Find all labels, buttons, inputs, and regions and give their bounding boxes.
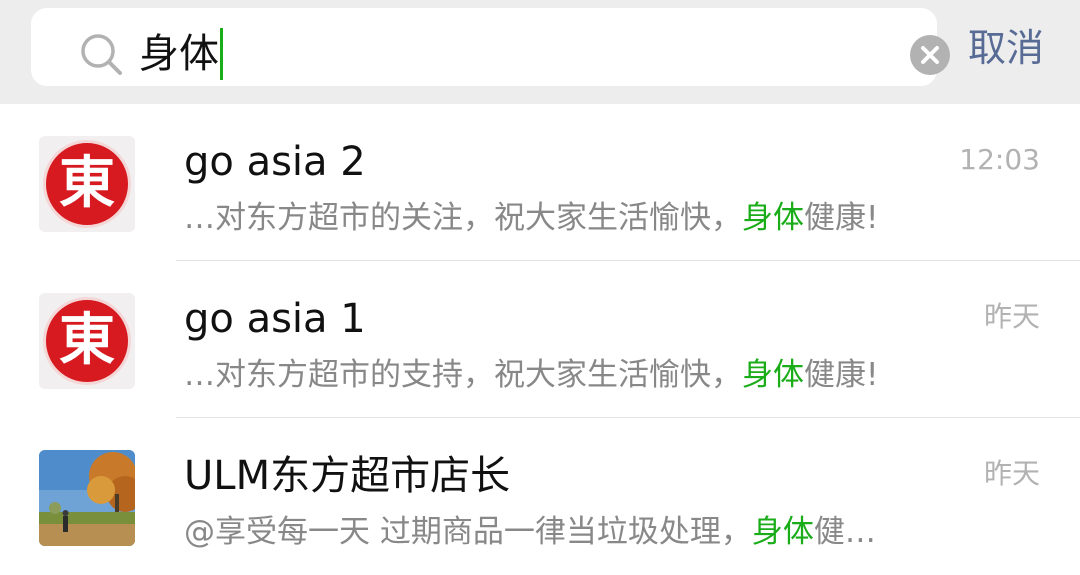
avatar: [39, 450, 135, 546]
list-item[interactable]: ULM东方超市店长 昨天 @享受每一天 过期商品一律当垃圾处理，身体健…: [0, 418, 1080, 575]
clear-search-button[interactable]: [910, 35, 950, 75]
list-item[interactable]: 東 go asia 1 昨天 …对东方超市的支持，祝大家生活愉快，身体健康!: [0, 261, 1080, 418]
snippet-text: 健康!: [804, 357, 879, 393]
timestamp: 昨天: [983, 300, 1040, 333]
cancel-button[interactable]: 取消: [968, 22, 1044, 74]
snippet-text: …对东方超市的支持，祝大家生活愉快，: [184, 357, 742, 393]
snippet-text: 健康!: [804, 200, 879, 236]
dong-logo-icon: 東: [43, 297, 131, 385]
chat-name: go asia 1: [184, 296, 366, 342]
avatar: 東: [39, 136, 135, 232]
search-query: 身体: [139, 31, 219, 77]
snippet-highlight: 身体: [742, 200, 804, 236]
snippet-text: 健…: [813, 514, 876, 550]
chat-name: ULM东方超市店长: [184, 453, 511, 499]
timestamp: 12:03: [959, 143, 1040, 176]
chat-name: go asia 2: [184, 139, 366, 185]
avatar: 東: [39, 293, 135, 389]
snippet-highlight: 身体: [742, 357, 804, 393]
snippet-highlight: 身体: [751, 514, 814, 550]
message-snippet: …对东方超市的支持，祝大家生活愉快，身体健康!: [184, 353, 878, 397]
search-header: 身体 取消: [0, 0, 1080, 104]
message-snippet: …对东方超市的关注，祝大家生活愉快，身体健康!: [184, 196, 878, 240]
snippet-text: @享受每一天 过期商品一律当垃圾处理，: [184, 514, 752, 550]
timestamp: 昨天: [983, 457, 1040, 490]
message-snippet: @享受每一天 过期商品一律当垃圾处理，身体健…: [184, 510, 876, 554]
dong-logo-icon: 東: [43, 140, 131, 228]
list-item[interactable]: 東 go asia 2 12:03 …对东方超市的关注，祝大家生活愉快，身体健康…: [0, 104, 1080, 261]
autumn-photo-icon: [39, 450, 135, 546]
search-input[interactable]: 身体: [139, 28, 223, 80]
search-icon: [81, 34, 122, 75]
search-box[interactable]: 身体: [31, 8, 950, 86]
close-icon: [921, 46, 939, 64]
text-cursor: [220, 28, 223, 80]
snippet-text: …对东方超市的关注，祝大家生活愉快，: [184, 200, 742, 236]
